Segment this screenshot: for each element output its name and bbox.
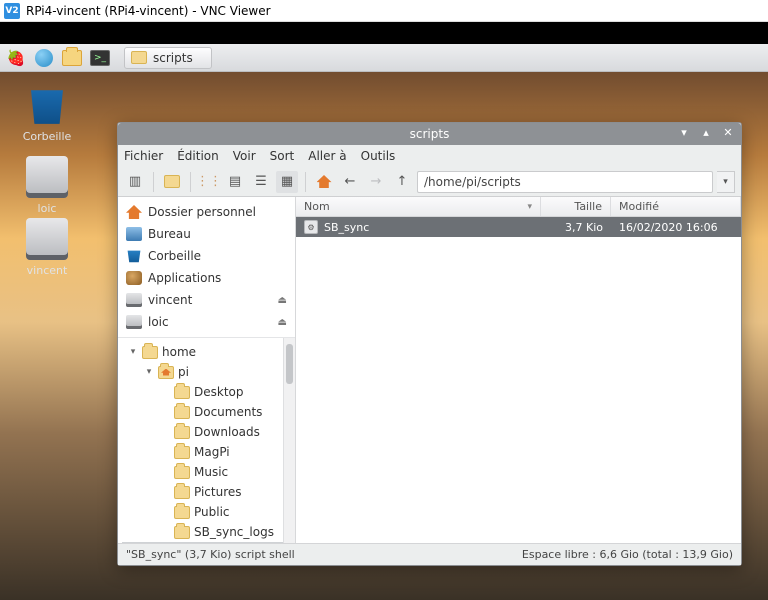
file-manager-window: scripts ▾ ▴ ✕ Fichier Édition Voir Sort … (117, 122, 742, 566)
tree-node-home[interactable]: ▾home (122, 342, 295, 362)
desktop-drive-vincent-label: vincent (27, 264, 68, 277)
place-label: Applications (148, 271, 221, 285)
place-desktop[interactable]: Bureau (118, 223, 295, 245)
place-drive-loic[interactable]: loic ⏏ (118, 311, 295, 333)
status-left: "SB_sync" (3,7 Kio) script shell (126, 548, 295, 561)
path-dropdown[interactable]: ▾ (717, 171, 735, 193)
desktop-drive-vincent[interactable]: vincent (12, 218, 82, 277)
menu-go[interactable]: Aller à (308, 149, 346, 163)
places-list: Dossier personnel Bureau Corbeille Appli… (118, 197, 295, 337)
fm-titlebar[interactable]: scripts ▾ ▴ ✕ (118, 123, 741, 145)
menu-view[interactable]: Voir (233, 149, 256, 163)
tree-label: Desktop (194, 385, 244, 399)
eject-icon[interactable]: ⏏ (278, 295, 287, 306)
tree-label: MagPi (194, 445, 230, 459)
file-name: SB_sync (324, 221, 369, 234)
folder-tree: ▾home ▾pi Desktop Documents Downloads MagPi… (118, 337, 295, 543)
view-list-button[interactable]: ☰ (250, 171, 272, 193)
tree-label: Pictures (194, 485, 242, 499)
desktop-drive-loic-label: loic (38, 202, 57, 215)
col-header-modified[interactable]: Modifié (611, 197, 741, 216)
tree-node-desktop[interactable]: Desktop (122, 382, 295, 402)
place-trash[interactable]: Corbeille (118, 245, 295, 267)
tree-node-documents[interactable]: Documents (122, 402, 295, 422)
file-icon: ⚙ (304, 220, 318, 234)
taskbar-window-label: scripts (153, 51, 193, 65)
minimize-button[interactable]: ▾ (677, 125, 691, 139)
vnc-app-icon: V2 (4, 3, 20, 19)
col-header-name[interactable]: Nom▾ (296, 197, 541, 216)
tree-label: Downloads (194, 425, 260, 439)
file-list-pane: Nom▾ Taille Modifié ⚙ SB_sync 3,7 Kio16/02… (296, 197, 741, 543)
new-tab-button[interactable]: ▥ (124, 171, 146, 193)
tree-label: pi (178, 365, 189, 379)
home-button[interactable] (313, 171, 335, 193)
path-text: /home/pi/scripts (424, 175, 521, 189)
file-row[interactable]: ⚙ SB_sync 3,7 Kio16/02/2020 16:06 (296, 217, 741, 237)
close-button[interactable]: ✕ (721, 125, 735, 139)
terminal-launcher-icon[interactable]: >_ (88, 47, 112, 69)
file-modified: 16/02/2020 16:06 (611, 221, 741, 234)
vnc-black-strip (0, 22, 768, 44)
fm-menubar: Fichier Édition Voir Sort Aller à Outils (118, 145, 741, 167)
view-icons-button[interactable]: ⋮⋮ (198, 171, 220, 193)
tree-label: SB_sync_logs (194, 525, 274, 539)
up-button[interactable]: ↑ (391, 171, 413, 193)
menu-edit[interactable]: Édition (177, 149, 219, 163)
col-header-size[interactable]: Taille (541, 197, 611, 216)
status-right: Espace libre : 6,6 Gio (total : 13,9 Gio… (522, 548, 733, 561)
tree-node-pi[interactable]: ▾pi (122, 362, 295, 382)
tree-node-magpi[interactable]: MagPi (122, 442, 295, 462)
place-label: vincent (148, 293, 192, 307)
forward-button[interactable]: → (365, 171, 387, 193)
place-home[interactable]: Dossier personnel (118, 201, 295, 223)
desktop-trash-icon[interactable]: Corbeille (12, 84, 82, 143)
filemanager-launcher-icon[interactable] (60, 47, 84, 69)
tree-node-public[interactable]: Public (122, 502, 295, 522)
tree-scrollbar[interactable] (283, 338, 295, 543)
fm-sidebar: Dossier personnel Bureau Corbeille Appli… (118, 197, 296, 543)
menu-sort[interactable]: Sort (270, 149, 295, 163)
fm-toolbar: ▥ ⋮⋮ ▤ ☰ ▦ ← → ↑ /home/pi/scripts ▾ (118, 167, 741, 197)
maximize-button[interactable]: ▴ (699, 125, 713, 139)
menu-file[interactable]: Fichier (124, 149, 163, 163)
vnc-title: RPi4-vincent (RPi4-vincent) - VNC Viewer (26, 4, 271, 18)
list-header: Nom▾ Taille Modifié (296, 197, 741, 217)
place-label: Corbeille (148, 249, 201, 263)
view-detail-button[interactable]: ▦ (276, 171, 298, 193)
menu-raspberry-icon[interactable]: 🍓 (4, 47, 28, 69)
fm-title: scripts (410, 127, 450, 141)
browser-launcher-icon[interactable] (32, 47, 56, 69)
fm-statusbar: "SB_sync" (3,7 Kio) script shell Espace … (118, 543, 741, 565)
remote-desktop: 🍓 >_ scripts Corbeille loic vincent scri… (0, 44, 768, 600)
place-label: Bureau (148, 227, 191, 241)
folder-icon (131, 51, 147, 64)
desktop-drive-loic[interactable]: loic (12, 156, 82, 215)
tree-node-music[interactable]: Music (122, 462, 295, 482)
desktop-trash-label: Corbeille (23, 130, 72, 143)
place-applications[interactable]: Applications (118, 267, 295, 289)
tree-node-sb_sync_logs[interactable]: SB_sync_logs (122, 522, 295, 542)
file-size: 3,7 Kio (541, 221, 611, 234)
tree-label: Public (194, 505, 230, 519)
tree-label: Documents (194, 405, 262, 419)
tree-label: Music (194, 465, 228, 479)
taskbar-window-button[interactable]: scripts (124, 47, 212, 69)
new-folder-button[interactable] (161, 171, 183, 193)
tree-node-scripts[interactable]: scripts (122, 542, 295, 543)
back-button[interactable]: ← (339, 171, 361, 193)
tree-label: home (162, 345, 196, 359)
tree-node-pictures[interactable]: Pictures (122, 482, 295, 502)
desktop-panel: 🍓 >_ scripts (0, 44, 768, 72)
place-drive-vincent[interactable]: vincent ⏏ (118, 289, 295, 311)
menu-tools[interactable]: Outils (361, 149, 396, 163)
vnc-titlebar: V2 RPi4-vincent (RPi4-vincent) - VNC Vie… (0, 0, 768, 22)
place-label: loic (148, 315, 169, 329)
path-entry[interactable]: /home/pi/scripts (417, 171, 713, 193)
place-label: Dossier personnel (148, 205, 256, 219)
tree-node-downloads[interactable]: Downloads (122, 422, 295, 442)
view-compact-button[interactable]: ▤ (224, 171, 246, 193)
eject-icon[interactable]: ⏏ (278, 317, 287, 328)
